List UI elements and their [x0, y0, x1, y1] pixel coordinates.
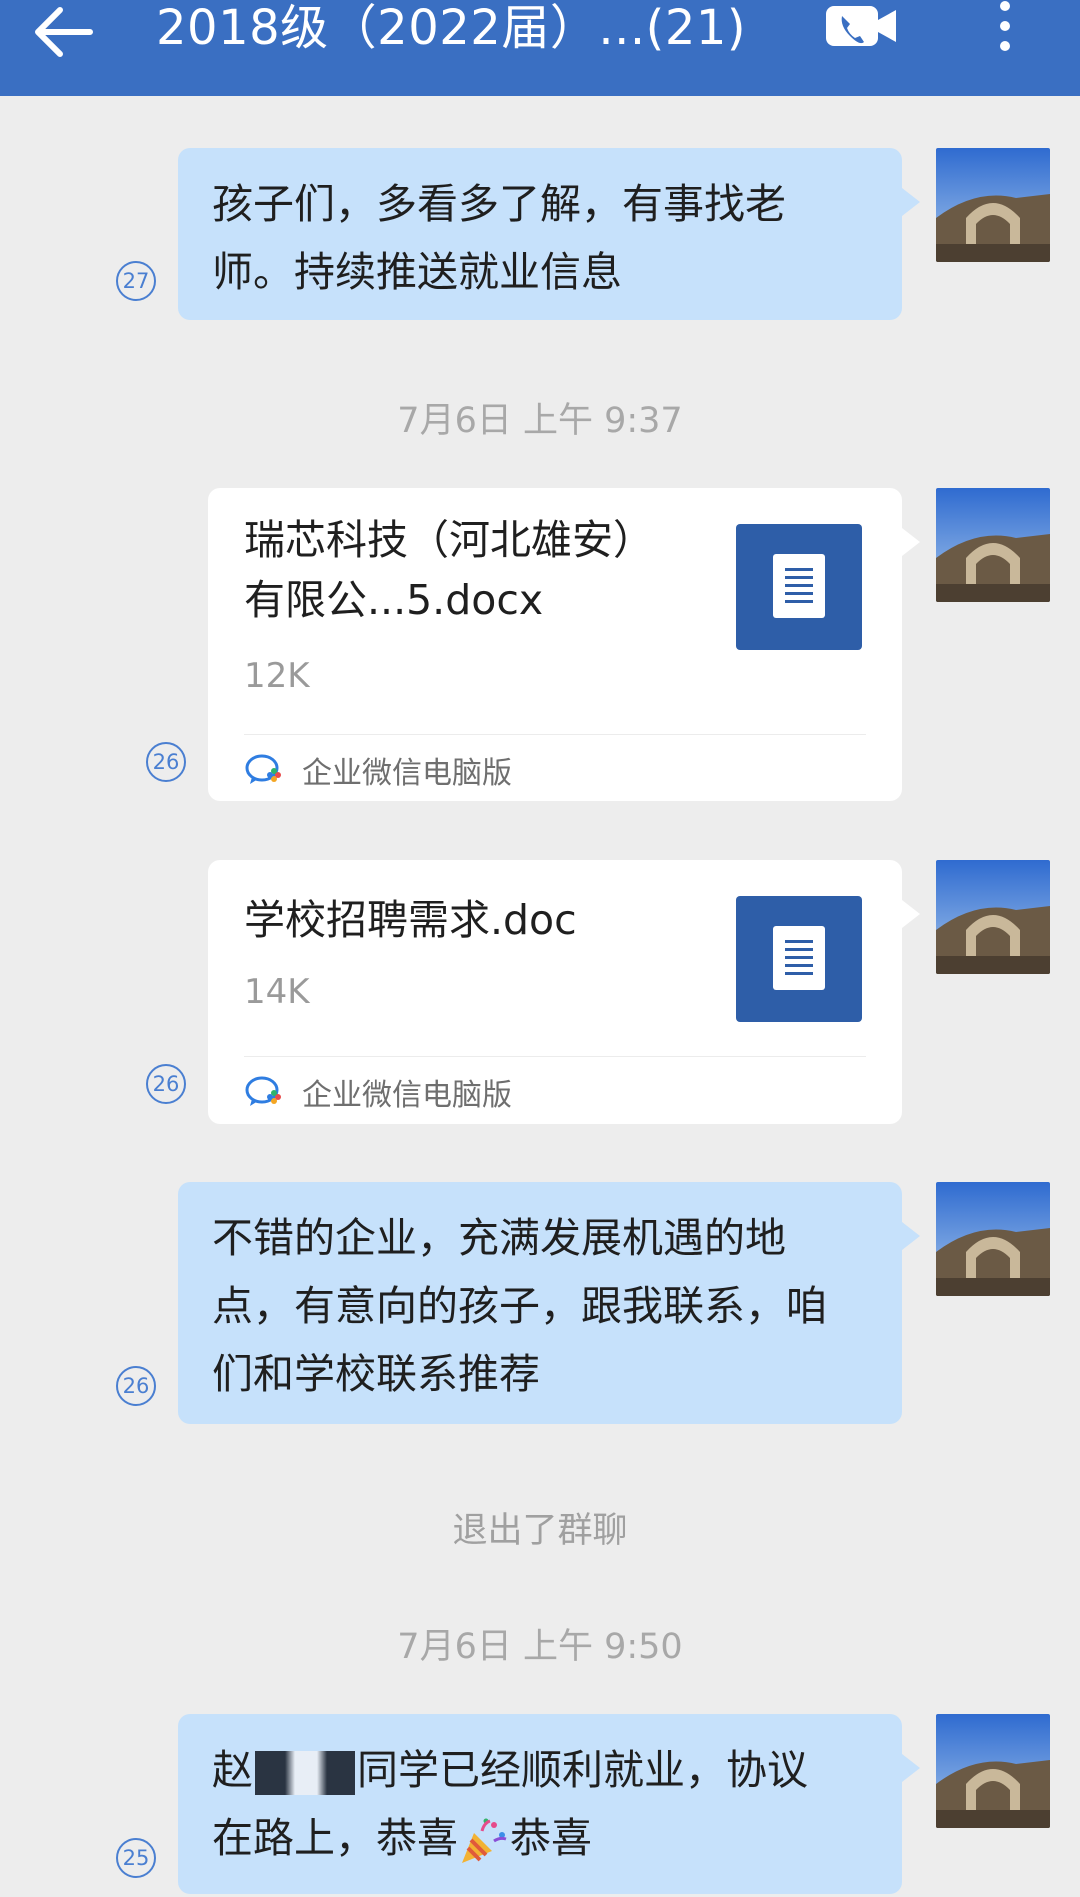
document-file-icon	[736, 896, 862, 1022]
top-bar: 2018级（2022届）...(21)	[0, 0, 1080, 96]
unread-count-badge: 26	[146, 742, 186, 782]
file-card[interactable]: 瑞芯科技（河北雄安）有限公...5.docx 12K 企业微信电脑版	[208, 488, 920, 801]
document-file-icon	[736, 524, 862, 650]
avatar[interactable]	[936, 488, 1050, 602]
file-name: 学校招聘需求.doc	[244, 896, 577, 944]
file-name: 瑞芯科技（河北雄安）有限公...5.docx	[244, 516, 654, 624]
wecom-logo-icon	[245, 754, 281, 784]
file-source-label: 企业微信电脑版	[302, 756, 512, 791]
divider	[244, 1056, 866, 1057]
file-source: 企业微信电脑版	[244, 742, 512, 798]
message-bubble[interactable]: 孩子们，多看多了解，有事找老师。持续推送就业信息	[178, 148, 920, 320]
file-size: 12K	[244, 656, 310, 696]
message-text-part: 恭喜	[510, 1814, 592, 1862]
avatar-image	[936, 860, 1050, 974]
timestamp: 7月6日 上午 9:50	[397, 1627, 683, 1667]
timestamp: 7月6日 上午 9:37	[397, 401, 683, 441]
avatar-image	[936, 1714, 1050, 1828]
avatar-image	[936, 148, 1050, 262]
video-call-icon[interactable]	[826, 4, 898, 48]
message-text: 孩子们，多看多了解，有事找老师。持续推送就业信息	[212, 180, 786, 296]
avatar-image	[936, 488, 1050, 602]
file-source-label: 企业微信电脑版	[302, 1078, 512, 1113]
unread-count-badge: 25	[116, 1838, 156, 1878]
message-text-part: 同学已经顺利就业，协议	[357, 1746, 808, 1794]
unread-count-badge: 26	[146, 1064, 186, 1104]
wecom-logo-icon	[245, 1076, 281, 1106]
avatar[interactable]	[936, 148, 1050, 262]
message-text-part: 赵	[212, 1746, 253, 1794]
unread-count-badge: 27	[116, 261, 156, 301]
avatar[interactable]	[936, 1182, 1050, 1296]
system-notice: 退出了群聊	[452, 1511, 628, 1551]
unread-count-badge: 26	[116, 1366, 156, 1406]
chat-title: 2018级（2022届）...(21)	[156, 0, 747, 56]
message-text: 不错的企业，充满发展机遇的地点，有意向的孩子，跟我联系，咱们和学校联系推荐	[212, 1214, 827, 1398]
avatar[interactable]	[936, 1714, 1050, 1828]
divider	[244, 734, 866, 735]
message-bubble[interactable]: 不错的企业，充满发展机遇的地点，有意向的孩子，跟我联系，咱们和学校联系推荐	[178, 1182, 920, 1424]
more-vertical-icon[interactable]	[990, 0, 1020, 60]
avatar-image	[936, 1182, 1050, 1296]
redacted-name	[255, 1751, 355, 1795]
avatar[interactable]	[936, 860, 1050, 974]
message-bubble[interactable]: 赵 同学已经顺利就业，协议 在路上，恭喜 恭喜	[178, 1714, 920, 1894]
file-card[interactable]: 学校招聘需求.doc 14K 企业微信电脑版	[208, 860, 920, 1124]
party-popper-icon	[462, 1818, 507, 1863]
back-arrow-icon[interactable]	[30, 4, 100, 60]
message-text-part: 在路上，恭喜	[212, 1814, 458, 1862]
file-source: 企业微信电脑版	[244, 1064, 512, 1120]
file-size: 14K	[244, 972, 310, 1012]
